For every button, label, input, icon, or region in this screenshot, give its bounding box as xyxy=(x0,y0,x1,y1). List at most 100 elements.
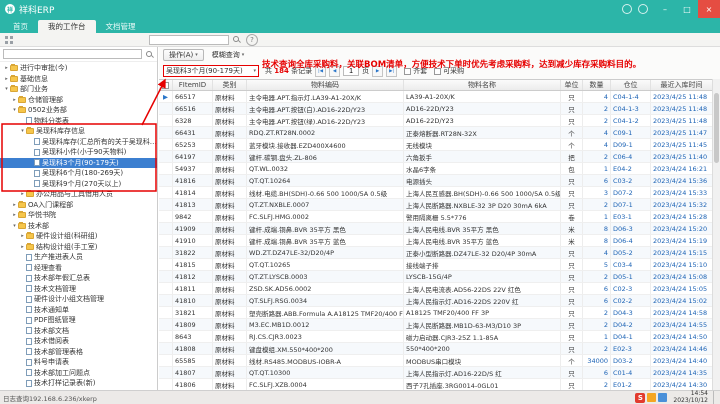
tree-item[interactable]: 技术文档管理 xyxy=(0,284,157,295)
chevron-down-icon[interactable]: ▾ xyxy=(19,126,26,137)
tree-item[interactable]: 吴现科3个月(90-179天) xyxy=(0,158,157,169)
tree-item[interactable]: 料号申请表 xyxy=(0,357,157,368)
column-header[interactable]: 单位 xyxy=(561,80,583,90)
show-desktop-button[interactable] xyxy=(713,391,717,404)
column-header[interactable]: 数量 xyxy=(583,80,611,90)
fuzzy-query-dropdown[interactable]: 模糊查询 ▾ xyxy=(212,50,245,60)
view-select[interactable]: 吴现科3个月(90-179天) ▾ xyxy=(163,65,259,77)
tree-item[interactable]: 技术部管理表格 xyxy=(0,347,157,358)
tree-item[interactable]: PDF图纸管理 xyxy=(0,315,157,326)
table-row[interactable]: 66431原材料RDQ.ZT.RT28N.0002正泰熔断器.RT28N-32X… xyxy=(159,127,712,139)
help-icon[interactable]: ? xyxy=(246,34,258,46)
tree-item[interactable]: 技术打样记录表(新) xyxy=(0,378,157,389)
tree-item[interactable]: 技术部文档 xyxy=(0,326,157,337)
tree-item[interactable]: 技术部加工问题点 xyxy=(0,368,157,379)
column-header[interactable]: 仓位 xyxy=(611,80,651,90)
vertical-scrollbar[interactable] xyxy=(712,79,720,390)
table-row[interactable]: 64197原材料键杆.碳钢.盘头.ZL-806六角扳手把2C06-42023/4… xyxy=(159,151,712,163)
tree-item[interactable]: ▸进行中审批(今) xyxy=(0,63,157,74)
tree-item[interactable]: ▸办公用品与工具借用人员 xyxy=(0,189,157,200)
table-row[interactable]: 6328原材料主令电器.APT.按钮(绿).AD16-22D/Y23AD16-2… xyxy=(159,115,712,127)
user-icon[interactable] xyxy=(622,4,632,14)
tree-item[interactable]: 技术通知单 xyxy=(0,305,157,316)
tray-icon-1[interactable] xyxy=(647,393,656,402)
operate-button[interactable]: 操作(A) ▾ xyxy=(163,49,204,61)
tree-item[interactable]: ▾部门业务 xyxy=(0,84,157,95)
table-row[interactable]: 31821原材料塑壳断路器.ABB.Formula A.A18125 TMF20… xyxy=(159,307,712,319)
tree-item[interactable]: ▸华悦书院 xyxy=(0,210,157,221)
chevron-right-icon[interactable]: ▸ xyxy=(19,231,26,242)
table-row[interactable]: ▶66517原材料主令电器.APT.指示灯.LA39-A1-20X/KLA39-… xyxy=(159,91,712,103)
table-row[interactable]: 41813原材料QT.ZT.NXBLE.0007上海人民断路器.NXBLE-32… xyxy=(159,199,712,211)
tree-item[interactable]: 吴现科小件(小于90天物料) xyxy=(0,147,157,158)
search-icon[interactable] xyxy=(232,35,241,44)
chevron-right-icon[interactable]: ▸ xyxy=(19,189,26,200)
chevron-right-icon[interactable]: ▸ xyxy=(11,95,18,106)
table-row[interactable]: 41815原材料QT.QT.10265接线端子排只5C03-42023/4/24… xyxy=(159,259,712,271)
table-row[interactable]: 41809原材料M3.EC.MB1D.0012上海人民断路器.MB1D-63-M… xyxy=(159,319,712,331)
maximize-button[interactable]: □ xyxy=(676,0,698,18)
tree-item[interactable]: 生产推进表人员 xyxy=(0,252,157,263)
tree-item[interactable]: 物料分类表 xyxy=(0,116,157,127)
tree-item[interactable]: ▸硬件设计组(科研组) xyxy=(0,231,157,242)
gear-icon[interactable] xyxy=(638,4,648,14)
chevron-down-icon[interactable]: ▾ xyxy=(11,105,18,116)
tree-item[interactable]: 技术部年假汇总表 xyxy=(0,273,157,284)
tree-item[interactable]: 经理查看 xyxy=(0,263,157,274)
table-row[interactable]: 41808原材料键盘模组.XM.550*400*200550*400*200只2… xyxy=(159,343,712,355)
table-row[interactable]: 41814原材料线材.电缆.BH(SDH)-0.66 500 1000/5A 0… xyxy=(159,187,712,199)
column-header[interactable]: FItemID xyxy=(173,80,213,90)
chevron-down-icon[interactable]: ▾ xyxy=(11,221,18,232)
column-header[interactable]: 最近入库时间 xyxy=(651,80,713,90)
table-row[interactable]: 65253原材料蓝牙模块.接收器.EZD400X4600无线模块个4D09-12… xyxy=(159,139,712,151)
sidebar-search-icon[interactable] xyxy=(145,50,154,59)
chevron-right-icon[interactable]: ▸ xyxy=(11,200,18,211)
ime-icon[interactable]: S xyxy=(635,393,645,403)
global-search-input[interactable] xyxy=(149,35,229,45)
select-all-checkbox[interactable] xyxy=(159,80,173,90)
sidebar-search-input[interactable] xyxy=(3,49,142,59)
tab-0[interactable]: 首页 xyxy=(3,20,38,33)
minimize-button[interactable]: – xyxy=(654,0,676,18)
table-row[interactable]: 41807原材料QT.QT.10300上海人民指示灯.AD16-22D/S 红只… xyxy=(159,367,712,379)
table-row[interactable]: 66516原材料主令电器.APT.按钮(白).AD16-22D/Y23AD16-… xyxy=(159,103,712,115)
table-row[interactable]: 54937原材料QT.WL.0032水晶6字条包1E04-22023/4/24 … xyxy=(159,163,712,175)
tree-item[interactable]: 吴现科库存(汇总所有的关于吴现科的发出与入库)(最近30天物料) xyxy=(0,137,157,148)
tray-icon-2[interactable] xyxy=(658,393,667,402)
tree-item[interactable]: ▸仓储管理部 xyxy=(0,95,157,106)
table-row[interactable]: 41811原材料ZSD.SK.AD56.0002上海人民电流表.AD56-22D… xyxy=(159,283,712,295)
column-header[interactable]: 物料编码 xyxy=(247,80,404,90)
close-button[interactable]: × xyxy=(698,0,720,18)
table-row[interactable]: 8643原材料RJ.CS.CJR3.0023磁力启动器.CJR3-25Z 1.1… xyxy=(159,331,712,343)
tab-2[interactable]: 文档管理 xyxy=(96,20,146,33)
chevron-down-icon[interactable]: ▾ xyxy=(3,84,10,95)
table-row[interactable]: 41816原材料QT.QT.10264电源插头只6C03-22023/4/24 … xyxy=(159,175,712,187)
table-row[interactable]: 65585原材料线材.RS485.MODBUS-IOBR-AMODBUS串口模块… xyxy=(159,355,712,367)
table-row[interactable]: 41812原材料QT.ZT.LYSCB.0003LYSCB-15G/4P只2D0… xyxy=(159,271,712,283)
tree-item[interactable]: ▸结构设计组(手工室) xyxy=(0,242,157,253)
chevron-right-icon[interactable]: ▸ xyxy=(3,63,10,74)
table-row[interactable]: 31822原材料WD.ZT.DZ47LE-32/D20/4P正泰小型断路器.DZ… xyxy=(159,247,712,259)
tree-item[interactable]: 技术借阅表 xyxy=(0,336,157,347)
tree-item[interactable]: 吴现科9个月(270天以上) xyxy=(0,179,157,190)
table-row[interactable]: 41909原材料键杆.成端.铜鼻.BVR 35平方 黑色上海人民电线.BVR 3… xyxy=(159,223,712,235)
table-row[interactable]: 9842原材料FC.SLFJ.HMG.0002警用隔离栅 5.5*776卷1E0… xyxy=(159,211,712,223)
tree-item[interactable]: 吴现科6个月(180-269天) xyxy=(0,168,157,179)
column-header[interactable]: 物料名称 xyxy=(404,80,561,90)
scrollbar-thumb[interactable] xyxy=(714,93,719,163)
tab-1[interactable]: 我的工作台 xyxy=(38,20,96,33)
tree-item[interactable]: ▸基础信息 xyxy=(0,74,157,85)
tree-item[interactable]: ▾技术部 xyxy=(0,221,157,232)
chevron-right-icon[interactable]: ▸ xyxy=(19,242,26,253)
table-row[interactable]: 41806原材料FC.SLFJ.XZB.0004西子7孔插座.3RG0014-0… xyxy=(159,379,712,390)
chevron-right-icon[interactable]: ▸ xyxy=(11,210,18,221)
column-header[interactable]: 类别 xyxy=(213,80,247,90)
chevron-right-icon[interactable]: ▸ xyxy=(3,74,10,85)
tree-item[interactable]: ▾0502业务部 xyxy=(0,105,157,116)
apps-grid-icon[interactable] xyxy=(5,36,13,44)
table-row[interactable]: 41810原材料QT.SLFJ.RSG.0034上海人民指示灯.AD16-22D… xyxy=(159,295,712,307)
table-row[interactable]: 41910原材料键杆.成端.铜鼻.BVR 35平方 蓝色上海人民电线.BVR 3… xyxy=(159,235,712,247)
tree-item[interactable]: ▾吴现科库存信息 xyxy=(0,126,157,137)
tree-item[interactable]: 硬件设计小组文档管理 xyxy=(0,294,157,305)
tree-item[interactable]: ▸OA入门课程部 xyxy=(0,200,157,211)
